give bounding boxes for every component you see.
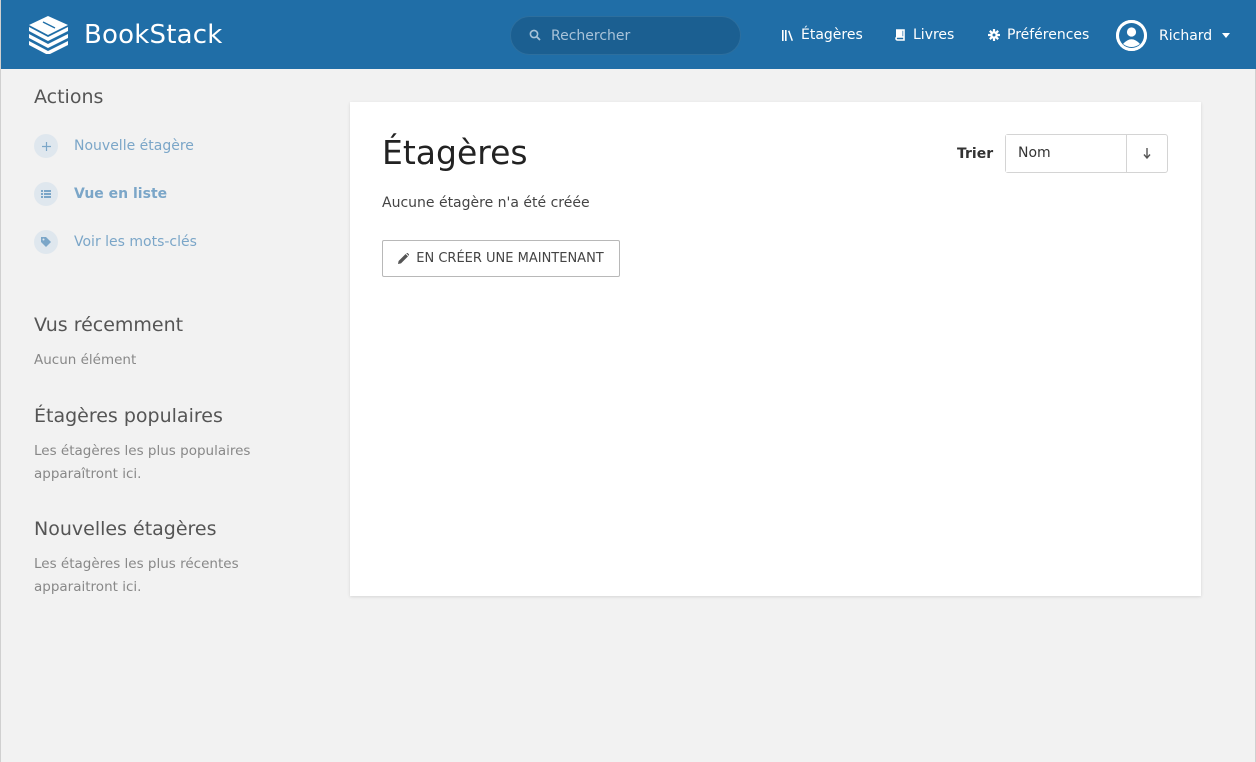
gear-icon [988,29,1000,41]
user-icon [1116,20,1147,51]
page-title: Étagères [382,133,528,172]
recent-heading: Vus récemment [34,314,184,336]
empty-state-text: Aucune étagère n'a été créée [382,195,590,211]
new-heading: Nouvelles étagères [34,518,217,540]
sort-select[interactable]: Nom [1006,135,1128,172]
nav-settings[interactable]: Préférences [988,24,1089,46]
popular-empty-text: Les étagères les plus populaires apparaî… [34,440,250,485]
list-icon-wrap [34,182,58,206]
action-tags[interactable]: Voir les mots-clés [34,230,197,254]
new-text-line: Les étagères les plus récentes [34,556,239,572]
popular-text-line: Les étagères les plus populaires [34,443,251,459]
shelves-icon [782,29,793,41]
nav-shelves-label: Étagères [801,27,863,43]
nav-books[interactable]: Livres [895,24,954,46]
book-icon [895,28,905,41]
list-icon [41,190,51,198]
arrow-down-icon [1143,148,1151,159]
search-box[interactable] [510,16,741,55]
nav-shelves[interactable]: Étagères [781,24,863,46]
sort-direction-button[interactable] [1127,135,1167,172]
app-logo[interactable]: BookStack [27,16,223,54]
nav-books-label: Livres [913,27,955,43]
nav-settings-label: Préférences [1007,27,1090,43]
caret-down-icon [1222,33,1231,38]
shelves-card: Étagères Trier Nom Aucune étagère n'a ét… [350,102,1201,596]
sort-label: Trier [957,146,994,162]
popular-heading: Étagères populaires [34,405,223,427]
new-text-line: apparaitront ici. [34,578,142,595]
actions-heading: Actions [34,86,104,108]
user-name: Richard [1159,27,1213,44]
plus-icon [41,141,51,151]
sort-control: Nom [1005,134,1168,173]
avatar [1116,20,1147,51]
search-input[interactable] [551,25,731,47]
popular-text-line: apparaîtront ici. [34,465,142,482]
action-list-view-label: Vue en liste [74,186,168,202]
app-name: BookStack [84,20,223,50]
top-header: BookStack Étagères Livres [1,0,1256,69]
user-menu[interactable]: Richard [1116,20,1231,51]
bookstack-logo-icon [29,16,68,54]
create-shelf-label: EN CRÉER UNE MAINTENANT [416,251,604,266]
search-icon [529,29,541,41]
action-new-shelf[interactable]: Nouvelle étagère [34,134,194,158]
action-tags-label: Voir les mots-clés [74,234,197,250]
tag-icon-wrap [34,230,58,254]
action-list-view[interactable]: Vue en liste [34,182,167,206]
tag-icon [41,237,51,247]
new-empty-text: Les étagères les plus récentes apparaitr… [34,553,239,598]
plus-icon-wrap [34,134,58,158]
pencil-icon [398,253,410,264]
create-shelf-button[interactable]: EN CRÉER UNE MAINTENANT [382,240,620,277]
action-new-shelf-label: Nouvelle étagère [74,138,194,154]
recent-empty-text: Aucun élément [34,352,137,368]
